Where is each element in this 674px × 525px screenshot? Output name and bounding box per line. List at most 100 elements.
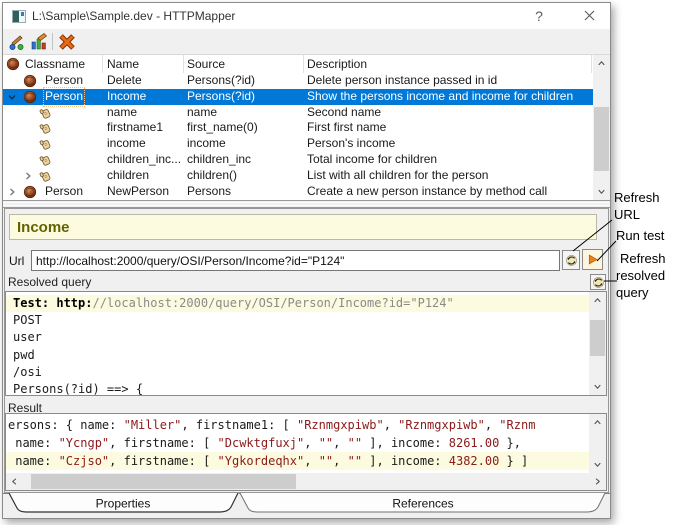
result-horizontal-scrollbar[interactable]	[6, 473, 606, 490]
cell-description: Total income for children	[307, 152, 437, 168]
toolbar	[3, 29, 610, 55]
classname-header-icon	[6, 57, 20, 71]
column-divider	[102, 55, 103, 73]
resolved-query-line: Persons(?id) ==> {	[6, 381, 589, 396]
run-test-button[interactable]	[582, 249, 603, 270]
edit-item-button[interactable]	[29, 32, 49, 52]
annotation-refresh-resolved-line2: resolved	[616, 268, 665, 283]
cell-source: income	[187, 136, 226, 152]
cell-description: List with all children for the person	[307, 168, 488, 184]
column-header-description[interactable]: Description	[307, 57, 367, 71]
table-row[interactable]: firstname1first_name(0)First first name	[3, 120, 593, 136]
table-row[interactable]: PersonIncomePersons(?id)Show the persons…	[3, 89, 593, 105]
chevron-right-icon[interactable]	[22, 170, 34, 182]
result-vertical-scrollbar[interactable]	[589, 414, 606, 473]
tab-references-label[interactable]: References	[392, 497, 453, 511]
chevron-down-icon	[592, 381, 603, 392]
table-header[interactable]: Classname Name Source Description	[3, 55, 593, 73]
annotation-run-test: Run test	[616, 228, 664, 243]
delete-button[interactable]	[57, 32, 77, 52]
method-title-banner: Income	[9, 214, 597, 240]
table-row[interactable]: children_inc...children_incTotal income …	[3, 152, 593, 168]
chevron-left-icon	[9, 476, 20, 487]
screenshot-stage: L:\Sample\Sample.dev - HTTPMapper ?	[0, 0, 674, 525]
new-item-icon	[7, 32, 27, 52]
chevron-down-icon[interactable]	[6, 91, 18, 103]
chevron-right-icon[interactable]	[6, 186, 18, 198]
attribute-icon	[39, 121, 53, 135]
detail-panel: Income Url Resolved query Test: http://l…	[4, 208, 609, 493]
mapping-table: Classname Name Source Description Person…	[3, 55, 610, 200]
cell-classname: Person	[45, 73, 83, 89]
table-vertical-scrollbar[interactable]	[593, 55, 610, 200]
cell-name: children	[107, 168, 185, 184]
resolved-query-scrollbar[interactable]	[589, 292, 606, 395]
cell-description: Show the persons income and income for c…	[307, 89, 573, 105]
scrollbar-thumb[interactable]	[590, 320, 605, 356]
result-line: name: "Ycngp", firstname: [ "Dcwktgfuxj"…	[6, 434, 589, 452]
scroll-down-button[interactable]	[593, 183, 610, 200]
resolved-query-box[interactable]: Test: http://localhost:2000/query/OSI/Pe…	[5, 291, 607, 396]
cell-classname: Person	[45, 184, 83, 200]
person-class-icon	[23, 90, 37, 104]
result-box[interactable]: ersons: { name: "Miller", firstname1: [ …	[5, 413, 607, 491]
tab-properties-label[interactable]: Properties	[96, 497, 151, 511]
scrollbar-thumb[interactable]	[31, 474, 296, 489]
scroll-up-button[interactable]	[589, 414, 606, 431]
column-header-classname[interactable]: Classname	[25, 57, 85, 71]
refresh-url-button[interactable]	[562, 250, 580, 270]
scroll-right-button[interactable]	[589, 473, 606, 490]
cell-source: Persons(?id)	[187, 73, 255, 89]
scroll-down-button[interactable]	[589, 378, 606, 395]
bottom-tab-bar: Properties References	[3, 493, 610, 516]
scroll-down-button[interactable]	[589, 456, 606, 473]
chevron-up-icon	[596, 58, 607, 69]
cell-description: Person's income	[307, 136, 395, 152]
column-divider	[303, 55, 304, 73]
httpmapper-window: L:\Sample\Sample.dev - HTTPMapper ?	[2, 2, 611, 519]
result-line: ersons: { name: "Miller", firstname1: [ …	[6, 416, 589, 434]
cell-name: name	[107, 105, 185, 121]
attribute-icon	[39, 169, 53, 183]
resolved-query-line: user	[6, 329, 589, 346]
attribute-icon	[39, 106, 53, 120]
table-row[interactable]: PersonNewPersonPersonsCreate a new perso…	[3, 184, 593, 200]
cell-source: name	[187, 105, 217, 121]
refresh-icon	[565, 254, 578, 267]
table-row[interactable]: incomeincome Person's income	[3, 136, 593, 152]
column-header-name[interactable]: Name	[107, 57, 139, 71]
chevron-down-icon	[592, 459, 603, 470]
scrollbar-thumb[interactable]	[594, 107, 609, 171]
toolbar-separator	[52, 33, 53, 50]
new-item-button[interactable]	[7, 32, 27, 52]
scroll-left-button[interactable]	[6, 473, 23, 490]
cell-source: children_inc	[187, 152, 251, 168]
cell-description: Delete person instance passed in id	[307, 73, 497, 89]
scroll-up-button[interactable]	[593, 55, 610, 72]
title-bar[interactable]: L:\Sample\Sample.dev - HTTPMapper ?	[3, 3, 610, 29]
cell-name: income	[107, 136, 185, 152]
close-icon	[584, 10, 595, 21]
column-header-source[interactable]: Source	[187, 57, 225, 71]
annotation-refresh-url-line1: Refresh	[614, 190, 660, 205]
url-input[interactable]	[31, 250, 560, 271]
help-button[interactable]: ?	[527, 6, 551, 26]
cell-source: Persons	[187, 184, 231, 200]
refresh-resolved-query-button[interactable]	[590, 274, 606, 290]
url-label: Url	[9, 254, 24, 268]
table-row[interactable]: PersonDeletePersons(?id)Delete person in…	[3, 73, 593, 89]
chevron-right-icon	[592, 476, 603, 487]
app-icon	[12, 10, 26, 23]
resolved-query-line: POST	[6, 312, 589, 329]
scroll-up-button[interactable]	[589, 292, 606, 309]
annotation-refresh-url-line2: URL	[614, 207, 640, 222]
table-row[interactable]: namename Second name	[3, 105, 593, 121]
table-row[interactable]: childrenchildren()List with all children…	[3, 168, 593, 184]
cell-description: Second name	[307, 105, 381, 121]
cell-name: Income	[107, 89, 185, 105]
attribute-icon	[39, 137, 53, 151]
close-button[interactable]	[577, 6, 601, 26]
table-body: PersonDeletePersons(?id)Delete person in…	[3, 73, 593, 200]
splitter[interactable]	[3, 200, 610, 208]
resolved-query-lines: Test: http://localhost:2000/query/OSI/Pe…	[6, 292, 589, 395]
